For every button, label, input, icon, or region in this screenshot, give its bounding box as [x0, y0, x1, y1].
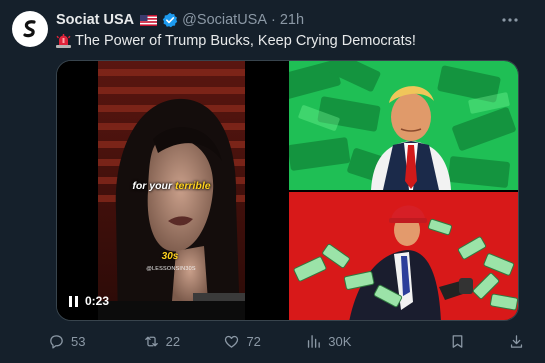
views-button[interactable]: 30K	[305, 333, 449, 350]
video-player[interactable]: for your terrible 30s @LESSONSIN30S 0:23	[57, 61, 287, 320]
tweet-actions: 53 22 72 30K	[48, 331, 528, 351]
post-time[interactable]: 21h	[280, 12, 304, 28]
caption-highlight-text: terrible	[174, 180, 211, 192]
heart-icon	[225, 335, 239, 348]
tweet-header: Sociat USA @SociatUSA · 21h	[56, 10, 505, 30]
pause-icon-bar-right	[75, 295, 78, 307]
author-handle[interactable]: @SociatUSA	[182, 12, 267, 28]
repost-count: 22	[165, 333, 181, 349]
reply-icon	[50, 334, 63, 349]
image-trump-money-top[interactable]	[289, 61, 518, 190]
tweet-text: The Power of Trump Bucks, Keep Crying De…	[56, 32, 525, 50]
media-container[interactable]: for your terrible 30s @LESSONSIN30S 0:23	[56, 60, 519, 321]
tweet: Sociat USA @SociatUSA · 21h The Power of…	[0, 0, 545, 363]
verified-badge-icon[interactable]	[162, 12, 178, 28]
bookmark-button[interactable]	[449, 333, 508, 350]
caption-normal-text: for your	[132, 180, 175, 192]
sociat-logo-icon	[23, 20, 36, 38]
more-options-icon	[502, 18, 518, 22]
us-flag-icon	[140, 14, 158, 26]
bookmark-icon	[452, 334, 463, 348]
trump-money-red-image	[289, 192, 518, 320]
video-elapsed-time: 0:23	[85, 294, 110, 308]
video-frame: for your terrible 30s @LESSONSIN30S	[98, 61, 245, 320]
image-trump-money-bottom[interactable]	[289, 192, 518, 320]
like-count: 72	[246, 333, 261, 349]
like-button[interactable]: 72	[223, 333, 305, 350]
pause-icon-bar-left	[69, 295, 72, 307]
reply-button[interactable]: 53	[48, 333, 143, 350]
share-button[interactable]	[508, 333, 528, 350]
author-name[interactable]: Sociat USA	[56, 12, 134, 28]
pause-button[interactable]	[69, 295, 79, 307]
separator-dot: ·	[271, 12, 276, 28]
reply-count: 53	[71, 333, 86, 349]
rotating-light-emoji-icon	[56, 34, 71, 48]
repost-icon	[144, 336, 158, 346]
video-caption: for your terrible	[98, 180, 245, 192]
more-options-button[interactable]	[501, 11, 519, 29]
share-icon	[511, 334, 523, 348]
video-controls: 0:23	[69, 294, 109, 308]
views-chart-icon	[308, 334, 321, 348]
trump-money-green-image	[289, 61, 518, 190]
repost-button[interactable]: 22	[143, 333, 224, 350]
overlay-handle-text: @LESSONSIN30S	[146, 266, 196, 272]
tweet-text-content: The Power of Trump Bucks, Keep Crying De…	[75, 33, 416, 49]
avatar[interactable]	[12, 11, 48, 47]
views-count: 30K	[328, 333, 352, 349]
overlay-logo-text: 30s	[161, 251, 179, 262]
